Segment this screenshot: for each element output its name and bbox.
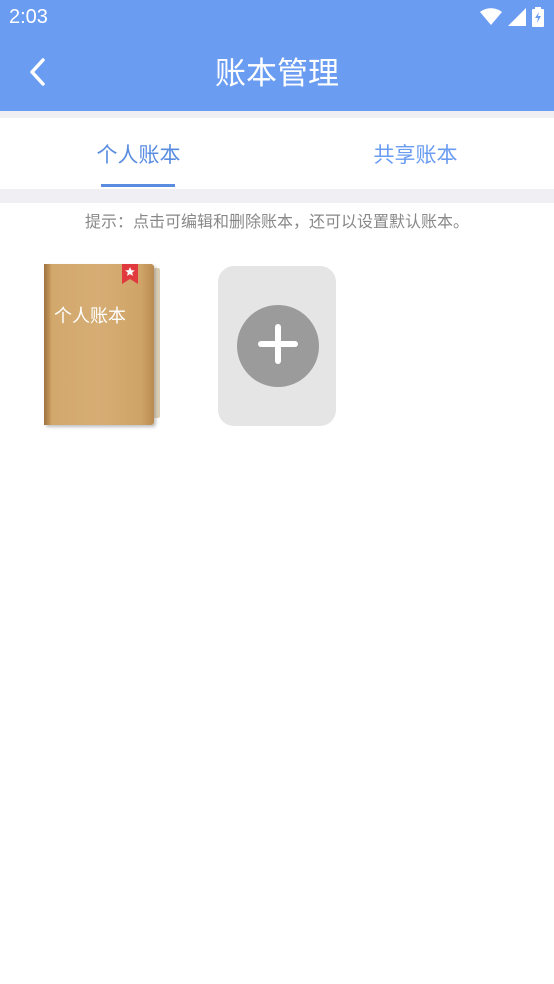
add-circle <box>237 305 319 387</box>
divider <box>0 189 554 203</box>
status-bar: 2:03 <box>0 0 554 38</box>
wifi-icon <box>480 8 502 30</box>
divider <box>0 111 554 118</box>
plus-icon <box>256 322 300 370</box>
tab-personal-books[interactable]: 个人账本 <box>0 118 277 189</box>
book-card-personal[interactable]: 个人账本 <box>44 264 162 427</box>
status-time: 2:03 <box>9 6 48 28</box>
page-title: 账本管理 <box>215 56 339 92</box>
active-tab-indicator <box>101 184 175 187</box>
book-title: 个人账本 <box>54 306 126 327</box>
default-book-star-icon <box>122 264 138 284</box>
tab-shared-books[interactable]: 共享账本 <box>277 118 554 189</box>
tab-bar: 个人账本 共享账本 <box>0 118 554 189</box>
book-spine <box>44 264 50 425</box>
book-cover <box>44 264 154 425</box>
app-bar: 账本管理 <box>0 38 554 111</box>
back-arrow-icon <box>28 57 48 91</box>
back-button[interactable] <box>20 56 56 92</box>
cell-signal-icon <box>508 8 526 30</box>
status-icons <box>480 7 544 31</box>
battery-charging-icon <box>532 7 544 31</box>
hint-text: 提示：点击可编辑和删除账本，还可以设置默认账本。 <box>84 212 469 231</box>
add-book-button[interactable] <box>218 266 336 426</box>
